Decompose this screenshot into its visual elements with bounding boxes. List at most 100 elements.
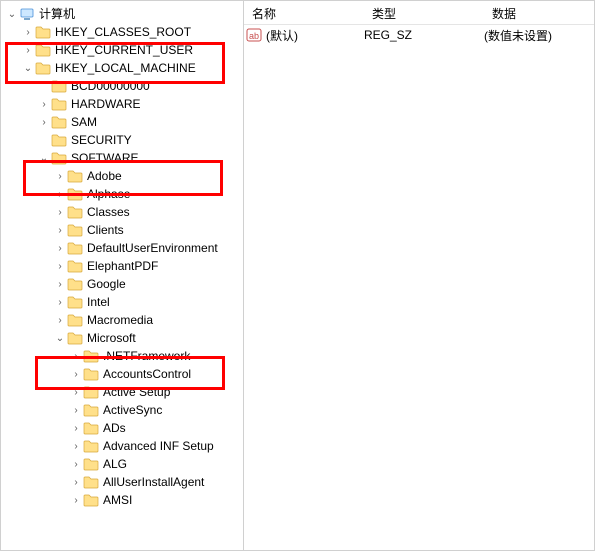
values-pane: 名称 类型 数据 ab(默认)REG_SZ(数值未设置) [244,1,594,550]
tree-item-label: ActiveSync [103,401,162,419]
folder-icon [35,43,51,57]
computer-icon [19,7,35,21]
tree-item-bcd[interactable]: ›BCD00000000 [1,77,243,95]
chevron-right-icon[interactable]: › [53,313,67,327]
tree-item-label: Microsoft [87,329,136,347]
tree-item-epdf[interactable]: ›ElephantPDF [1,257,243,275]
folder-icon [51,79,67,93]
folder-icon [83,439,99,453]
chevron-right-icon[interactable]: › [37,115,51,129]
chevron-right-icon[interactable]: › [53,295,67,309]
folder-icon [67,295,83,309]
chevron-down-icon[interactable]: ⌄ [37,151,51,165]
svg-text:ab: ab [249,31,259,41]
value-type: REG_SZ [364,28,484,42]
chevron-right-icon[interactable]: › [69,421,83,435]
tree-item-label: Adobe [87,167,122,185]
tree-item-label: Alphase [87,185,130,203]
chevron-right-icon[interactable]: › [69,457,83,471]
tree-item-alg[interactable]: ›ALG [1,455,243,473]
tree-item-advinf[interactable]: ›Advanced INF Setup [1,437,243,455]
chevron-down-icon[interactable]: ⌄ [53,331,67,345]
column-headers[interactable]: 名称 类型 数据 [244,1,594,25]
tree-item-hkcu[interactable]: › HKEY_CURRENT_USER [1,41,243,59]
chevron-right-icon[interactable]: › [69,385,83,399]
tree-item-label: AccountsControl [103,365,191,383]
tree-item-label: HKEY_CURRENT_USER [55,41,193,59]
tree-item-label: .NETFramework [103,347,190,365]
chevron-down-icon[interactable]: ⌄ [5,7,19,21]
tree-item-label: Macromedia [87,311,153,329]
folder-icon [67,169,83,183]
folder-icon [35,61,51,75]
tree-item-due[interactable]: › DefaultUserEnvironment [1,239,243,257]
col-name[interactable]: 名称 [244,1,364,24]
tree-item-asetup[interactable]: ›Active Setup [1,383,243,401]
chevron-right-icon[interactable]: › [53,277,67,291]
col-type[interactable]: 类型 [364,1,484,24]
folder-icon [67,259,83,273]
folder-icon [67,241,83,255]
tree-item-label: SAM [71,113,97,131]
tree-item-root[interactable]: ⌄ 计算机 [1,5,243,23]
folder-icon [83,475,99,489]
registry-tree-pane: ⌄计算机›HKEY_CLASSES_ROOT›HKEY_CURRENT_USER… [1,1,244,550]
tree-item-alphase[interactable]: › Alphase [1,185,243,203]
tree-item-label: Intel [87,293,110,311]
tree-item-hkcr[interactable]: ›HKEY_CLASSES_ROOT [1,23,243,41]
folder-icon [51,97,67,111]
folder-icon [83,403,99,417]
chevron-right-icon[interactable]: › [53,205,67,219]
chevron-right-icon[interactable]: › [37,97,51,111]
folder-icon [67,313,83,327]
chevron-right-icon[interactable]: › [21,43,35,57]
value-list[interactable]: ab(默认)REG_SZ(数值未设置) [244,25,594,550]
chevron-right-icon[interactable]: › [69,493,83,507]
chevron-right-icon[interactable]: › [69,475,83,489]
chevron-right-icon[interactable]: › [69,349,83,363]
registry-tree[interactable]: ⌄计算机›HKEY_CLASSES_ROOT›HKEY_CURRENT_USER… [1,5,243,509]
chevron-right-icon[interactable]: › [21,25,35,39]
folder-icon [67,277,83,291]
chevron-right-icon[interactable]: › [53,241,67,255]
tree-item-classes[interactable]: ›Classes [1,203,243,221]
chevron-right-icon[interactable]: › [53,169,67,183]
tree-item-macro[interactable]: › Macromedia [1,311,243,329]
chevron-right-icon[interactable]: › [53,187,67,201]
chevron-right-icon[interactable]: › [69,403,83,417]
tree-item-microsoft[interactable]: ⌄ Microsoft [1,329,243,347]
tree-item-accctrl[interactable]: › AccountsControl [1,365,243,383]
tree-item-async[interactable]: › ActiveSync [1,401,243,419]
tree-item-ads[interactable]: ›ADs [1,419,243,437]
tree-item-alluia[interactable]: ›AllUserInstallAgent [1,473,243,491]
tree-item-label: Clients [87,221,124,239]
tree-item-label: Google [87,275,126,293]
tree-item-amsi[interactable]: › AMSI [1,491,243,509]
value-row[interactable]: ab(默认)REG_SZ(数值未设置) [244,25,594,45]
folder-icon [67,187,83,201]
tree-item-label: DefaultUserEnvironment [87,239,218,257]
chevron-down-icon[interactable]: ⌄ [21,61,35,75]
tree-item-security[interactable]: ›SECURITY [1,131,243,149]
chevron-right-icon[interactable]: › [53,223,67,237]
tree-item-label: 计算机 [39,5,75,23]
tree-item-adobe[interactable]: › Adobe [1,167,243,185]
tree-item-software[interactable]: ⌄SOFTWARE [1,149,243,167]
folder-icon [83,421,99,435]
folder-icon [35,25,51,39]
chevron-right-icon[interactable]: › [53,259,67,273]
tree-item-hardware[interactable]: ›HARDWARE [1,95,243,113]
tree-item-netfx[interactable]: › .NETFramework [1,347,243,365]
tree-item-hklm[interactable]: ⌄ HKEY_LOCAL_MACHINE [1,59,243,77]
tree-item-google[interactable]: › Google [1,275,243,293]
tree-item-label: HKEY_LOCAL_MACHINE [55,59,196,77]
folder-icon [83,367,99,381]
chevron-right-icon[interactable]: › [69,367,83,381]
tree-item-intel[interactable]: › Intel [1,293,243,311]
tree-item-sam[interactable]: › SAM [1,113,243,131]
chevron-right-icon[interactable]: › [69,439,83,453]
col-data[interactable]: 数据 [484,1,594,24]
folder-icon [83,457,99,471]
tree-item-label: AMSI [103,491,132,509]
tree-item-clients[interactable]: › Clients [1,221,243,239]
